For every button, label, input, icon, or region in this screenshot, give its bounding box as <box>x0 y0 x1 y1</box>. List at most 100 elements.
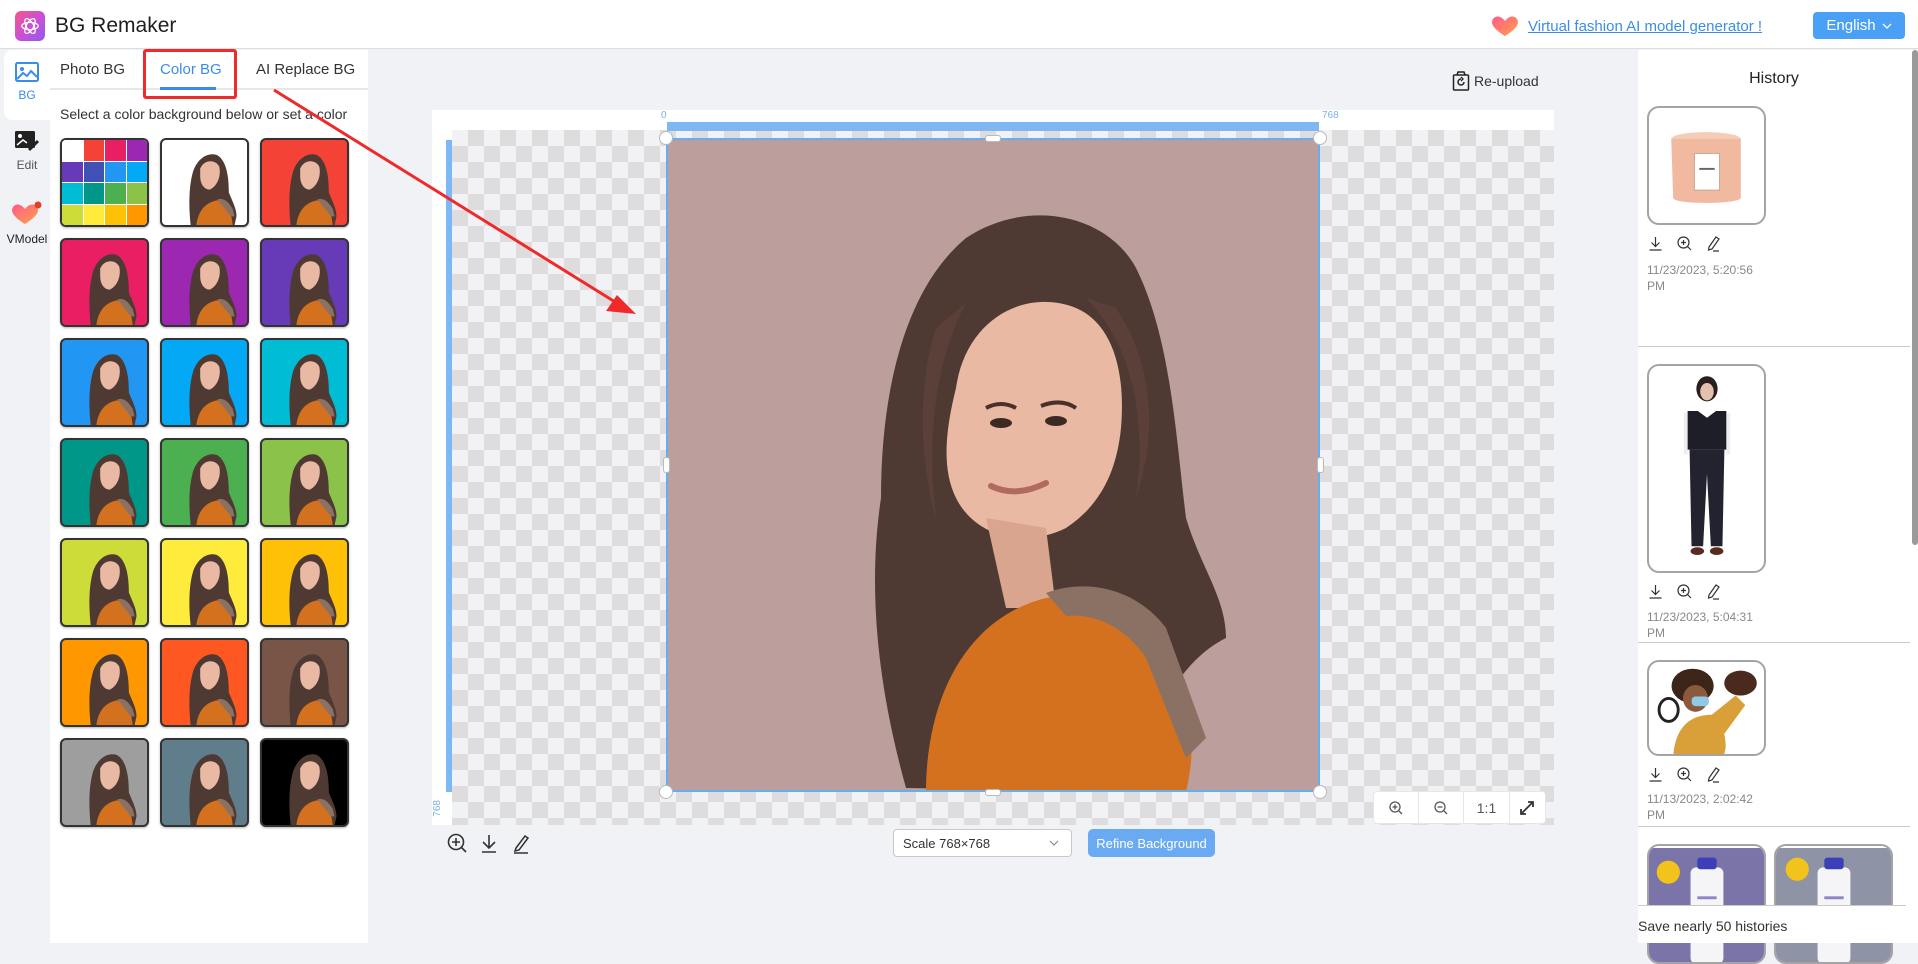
history-scrollbar[interactable] <box>1912 50 1918 545</box>
palette-cell <box>105 140 126 161</box>
rail-item-bg[interactable]: BG <box>4 50 50 120</box>
color-swatch-blue[interactable] <box>60 338 149 427</box>
palette-cell <box>126 140 147 161</box>
promo-link[interactable]: Virtual fashion AI model generator ! <box>1528 18 1762 35</box>
color-swatch-purple[interactable] <box>160 238 249 327</box>
rail-item-edit[interactable]: Edit <box>4 130 50 190</box>
color-swatch-deep-orange[interactable] <box>160 638 249 727</box>
zoom-preview-button[interactable] <box>446 832 468 854</box>
promo-banner: Virtual fashion AI model generator ! <box>1490 15 1762 37</box>
resize-handle-top[interactable] <box>985 135 1001 142</box>
history-zoom-button[interactable] <box>1676 766 1693 783</box>
color-swatch-pink[interactable] <box>60 238 149 327</box>
portrait-preview-image <box>289 554 337 625</box>
palette-cell <box>126 183 147 204</box>
edit-button[interactable] <box>510 832 532 854</box>
color-swatch-blue-grey[interactable] <box>160 738 249 827</box>
history-thumbnail[interactable] <box>1647 660 1766 756</box>
fit-screen-button[interactable] <box>1510 792 1545 823</box>
palette-cell <box>83 204 104 225</box>
color-swatch-brown[interactable] <box>260 638 349 727</box>
chevron-down-icon <box>1049 840 1059 846</box>
color-swatch-custom-palette[interactable] <box>60 138 149 227</box>
history-download-button[interactable] <box>1647 766 1664 783</box>
color-swatch-teal[interactable] <box>60 438 149 527</box>
portrait-preview-image <box>189 554 237 625</box>
tab-ai-replace-bg[interactable]: AI Replace BG <box>256 61 355 78</box>
resize-handle-right[interactable] <box>1317 457 1324 473</box>
ruler-top-start: 0 <box>661 110 667 121</box>
resize-handle-top-right[interactable] <box>1313 131 1327 145</box>
scale-select[interactable]: Scale 768×768 <box>893 829 1072 857</box>
pencil-icon <box>1707 236 1720 252</box>
reupload-button[interactable]: Re-upload <box>1452 71 1539 91</box>
palette-cell <box>62 183 83 204</box>
color-swatch-deep-purple[interactable] <box>260 238 349 327</box>
pencil-icon <box>1707 767 1720 783</box>
language-select[interactable]: English <box>1813 12 1905 39</box>
history-thumbnail[interactable] <box>1647 106 1766 225</box>
palette-cell <box>105 161 126 182</box>
resize-handle-left[interactable] <box>663 457 670 473</box>
history-download-button[interactable] <box>1647 583 1664 600</box>
download-icon <box>1649 585 1662 599</box>
history-edit-button[interactable] <box>1705 583 1722 600</box>
language-label: English <box>1826 17 1876 34</box>
actual-size-button[interactable]: 1:1 <box>1464 792 1510 823</box>
ruler-left <box>446 140 452 792</box>
download-button[interactable] <box>478 832 500 854</box>
history-date: 11/23/2023, 5:20:56 PM <box>1647 263 1753 293</box>
image-icon <box>15 62 39 82</box>
app-logo[interactable] <box>15 11 45 41</box>
history-zoom-button[interactable] <box>1676 583 1693 600</box>
history-thumbnail[interactable] <box>1647 364 1766 573</box>
color-swatch-cyan[interactable] <box>260 338 349 427</box>
palette-cell <box>105 183 126 204</box>
history-thumbnail[interactable] <box>1647 844 1766 964</box>
resize-handle-top-left[interactable] <box>659 131 673 145</box>
color-swatch-amber[interactable] <box>260 538 349 627</box>
history-thumbnail[interactable] <box>1774 844 1893 964</box>
color-swatch-yellow[interactable] <box>160 538 249 627</box>
color-swatch-grey[interactable] <box>60 738 149 827</box>
download-icon <box>1649 768 1662 782</box>
color-swatch-light-blue[interactable] <box>160 338 249 427</box>
resize-handle-bottom-right[interactable] <box>1313 785 1327 799</box>
portrait-preview-image <box>189 154 237 225</box>
zoom-in-button[interactable] <box>1374 792 1420 823</box>
reupload-icon <box>1452 71 1470 91</box>
resize-handle-bottom-left[interactable] <box>659 785 673 799</box>
rail-label: VModel <box>6 232 48 246</box>
zoom-out-button[interactable] <box>1419 792 1465 823</box>
heart-icon <box>1492 16 1518 36</box>
refine-background-button[interactable]: Refine Background <box>1088 829 1215 857</box>
history-edit-button[interactable] <box>1705 766 1722 783</box>
color-swatch-black[interactable] <box>260 738 349 827</box>
resize-handle-bottom[interactable] <box>985 789 1001 796</box>
history-download-button[interactable] <box>1647 235 1664 252</box>
fashion-model-image <box>1683 376 1731 555</box>
tab-photo-bg[interactable]: Photo BG <box>60 61 125 78</box>
color-swatch-red[interactable] <box>260 138 349 227</box>
tab-color-bg[interactable]: Color BG <box>160 61 222 78</box>
color-swatch-green[interactable] <box>160 438 249 527</box>
history-zoom-button[interactable] <box>1676 235 1693 252</box>
portrait-preview-image <box>89 754 137 825</box>
color-swatch-lime[interactable] <box>60 538 149 627</box>
palette-cell <box>126 161 147 182</box>
color-swatch-white[interactable] <box>160 138 249 227</box>
zoom-in-icon <box>1389 800 1403 814</box>
palette-cell <box>62 204 83 225</box>
edited-photo[interactable] <box>666 138 1320 792</box>
history-edit-button[interactable] <box>1705 235 1722 252</box>
portrait-preview-image <box>289 654 337 725</box>
portrait-preview-image <box>89 454 137 525</box>
rail-item-vmodel[interactable]: VModel <box>4 200 50 260</box>
download-icon <box>1649 237 1662 251</box>
portrait-preview-image <box>89 554 137 625</box>
color-swatch-orange[interactable] <box>60 638 149 727</box>
zoom-controls: 1:1 <box>1374 792 1545 823</box>
portrait-preview-image <box>89 354 137 425</box>
color-swatch-light-green[interactable] <box>260 438 349 527</box>
portrait-preview-image <box>89 254 137 325</box>
